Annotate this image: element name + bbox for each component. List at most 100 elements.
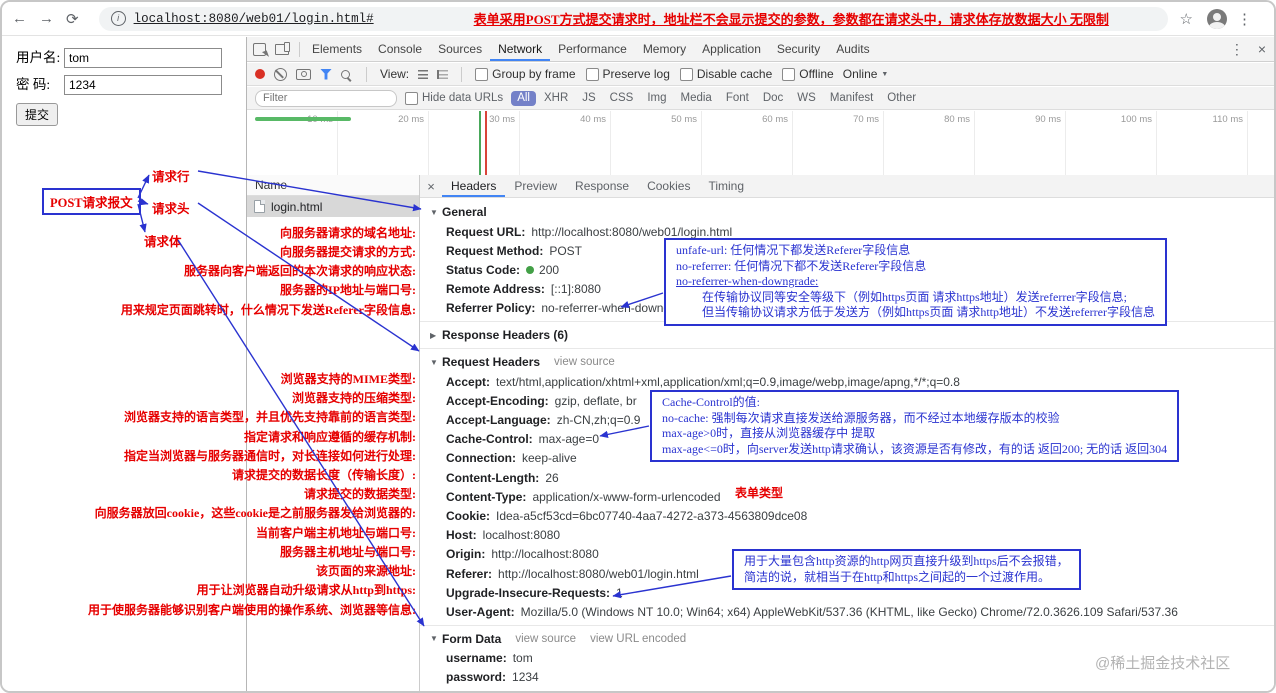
disclosure-triangle-icon[interactable]: ▼	[430, 208, 442, 217]
request-row[interactable]: login.html	[247, 196, 419, 217]
hide-data-urls-checkbox[interactable]: Hide data URLs	[405, 91, 504, 105]
header-name: Accept:	[446, 374, 491, 389]
detail-tab[interactable]: Response	[566, 175, 638, 197]
header-value: max-age=0	[538, 432, 600, 447]
view-source-link[interactable]: view source	[515, 633, 576, 645]
resource-type-pill[interactable]: WS	[791, 91, 822, 106]
list-view-icon[interactable]	[418, 69, 429, 79]
search-icon[interactable]	[341, 69, 350, 79]
hide-data-urls-label: Hide data URLs	[422, 92, 504, 104]
header-name: User-Agent:	[446, 604, 515, 619]
username-input[interactable]	[64, 48, 222, 68]
submit-button[interactable]: 提交	[16, 103, 59, 126]
resource-type-pill[interactable]: Other	[881, 91, 922, 106]
throttling-dropdown[interactable]: Online ▼	[843, 67, 889, 81]
header-row: Accept-Language: zh-CN,zh;q=0.9	[420, 410, 1274, 429]
devtools-tab[interactable]: Network	[490, 37, 550, 61]
resource-type-pill[interactable]: XHR	[538, 91, 574, 106]
header-row: Connection: keep-alive	[420, 449, 1274, 468]
detail-tab[interactable]: Preview	[505, 175, 566, 197]
devtools-tab[interactable]: Sources	[430, 37, 490, 61]
resource-type-pill[interactable]: JS	[576, 91, 601, 106]
checkbox-icon[interactable]	[585, 67, 599, 81]
devtools-tab[interactable]: Security	[769, 37, 828, 61]
waterfall-view-icon[interactable]	[437, 69, 449, 79]
request-detail-pane: × Headers Preview Response Cookies Timing ▼ …	[420, 175, 1274, 691]
forward-icon[interactable]: →	[39, 10, 54, 27]
devtools-tab[interactable]: Memory	[635, 37, 694, 61]
capture-screenshots-icon[interactable]	[296, 68, 311, 80]
toolbar-checkbox[interactable]: Offline	[782, 67, 834, 81]
address-bar[interactable]: i localhost:8080/web01/login.html# 表单采用P…	[98, 6, 1168, 31]
checkbox-icon[interactable]	[679, 67, 693, 81]
record-icon[interactable]	[255, 69, 265, 79]
view-url-encoded-link[interactable]: view URL encoded	[590, 633, 686, 645]
detail-tab[interactable]: Cookies	[638, 175, 699, 197]
resource-type-pill[interactable]: Manifest	[824, 91, 879, 106]
inspect-element-icon[interactable]	[253, 42, 266, 56]
bookmark-star-icon[interactable]: ☆	[1180, 10, 1193, 28]
resource-type-pill[interactable]: All	[511, 90, 536, 106]
profile-avatar[interactable]	[1207, 8, 1227, 29]
filter-funnel-icon[interactable]	[320, 68, 332, 80]
network-overview[interactable]: 10 ms20 ms30 ms40 ms50 ms60 ms70 ms80 ms…	[247, 111, 1274, 176]
devtools-tab[interactable]: Console	[370, 37, 430, 61]
devtools-tab[interactable]: Application	[694, 37, 769, 61]
name-column-header[interactable]: Name	[247, 175, 419, 196]
devtools-tab-bar: Elements Console Sources Network Performance…	[247, 37, 1274, 62]
disclosure-triangle-icon[interactable]: ▼	[430, 634, 442, 643]
toolbar-checkbox[interactable]: Preserve log	[585, 67, 670, 81]
header-name: Referrer Policy:	[446, 301, 536, 316]
devtools-close-icon[interactable]: ×	[1258, 41, 1266, 57]
toolbar-checkbox[interactable]: Disable cache	[679, 67, 772, 81]
back-icon[interactable]: ←	[12, 10, 27, 27]
browser-menu-icon[interactable]: ⋮	[1237, 10, 1252, 28]
request-header-rows: Accept: text/html,application/xhtml+xml,a…	[420, 372, 1274, 622]
devtools-tab[interactable]: Audits	[828, 37, 877, 61]
divider	[366, 66, 367, 82]
disclosure-triangle-icon[interactable]: ▼	[430, 358, 442, 367]
checkbox-icon[interactable]	[405, 91, 418, 105]
reload-icon[interactable]: ⟳	[66, 10, 79, 28]
username-row: 用户名:	[16, 46, 246, 68]
overview-request-bar	[255, 117, 351, 121]
section-title: Response Headers (6)	[442, 328, 569, 343]
page-info-icon[interactable]: i	[110, 11, 126, 26]
load-event-marker	[485, 111, 487, 175]
filter-input[interactable]	[255, 89, 397, 107]
devtools-tab[interactable]: Elements	[304, 37, 370, 61]
resource-type-pill[interactable]: Media	[675, 91, 718, 106]
disclosure-triangle-icon[interactable]: ▶	[430, 331, 442, 340]
clear-icon[interactable]	[274, 67, 287, 81]
devtools-overflow-icon[interactable]: ⋮	[1230, 41, 1244, 58]
header-name: Accept-Encoding:	[446, 393, 549, 408]
devtools-tab[interactable]: Performance	[550, 37, 635, 61]
browser-toolbar: ← → ⟳ i localhost:8080/web01/login.html#…	[2, 2, 1274, 36]
password-input[interactable]	[64, 75, 222, 95]
detail-tab[interactable]: Timing	[699, 175, 753, 197]
close-detail-icon[interactable]: ×	[420, 179, 442, 194]
header-name: Status Code:	[446, 262, 521, 277]
header-name: Referer:	[446, 566, 493, 581]
header-row: Host: localhost:8080	[420, 526, 1274, 545]
resource-type-pill[interactable]: CSS	[604, 91, 640, 106]
toolbar-checkbox[interactable]: Group by frame	[475, 67, 576, 81]
checkbox-icon[interactable]	[782, 67, 796, 81]
browser-window: ← → ⟳ i localhost:8080/web01/login.html#…	[0, 0, 1276, 693]
resource-type-filters: All XHR JS CSS Img Media Font Doc WS Manifest Othe…	[511, 90, 922, 106]
resource-type-pill[interactable]: Font	[720, 91, 755, 106]
resource-type-pill[interactable]: Img	[641, 91, 672, 106]
device-toolbar-icon[interactable]	[275, 41, 290, 55]
detail-tab[interactable]: Headers	[442, 175, 505, 197]
view-source-link[interactable]: view source	[554, 356, 615, 368]
checkbox-label: Group by frame	[492, 67, 576, 81]
timeline-tick: 60 ms	[702, 111, 793, 175]
network-filter-bar: Hide data URLs AllXHRJSCSSImgMediaFontDo…	[247, 87, 1274, 110]
resource-type-pill[interactable]: Doc	[757, 91, 789, 106]
header-row: Upgrade-Insecure-Requests: 1	[420, 583, 1274, 602]
form-data-rows: username: tom password: 1234	[420, 649, 1274, 687]
chevron-down-icon: ▼	[881, 70, 889, 78]
header-value: http://localhost:8080/web01/login.html	[531, 224, 733, 239]
checkbox-icon[interactable]	[475, 67, 489, 81]
checkbox-label: Offline	[799, 67, 834, 81]
